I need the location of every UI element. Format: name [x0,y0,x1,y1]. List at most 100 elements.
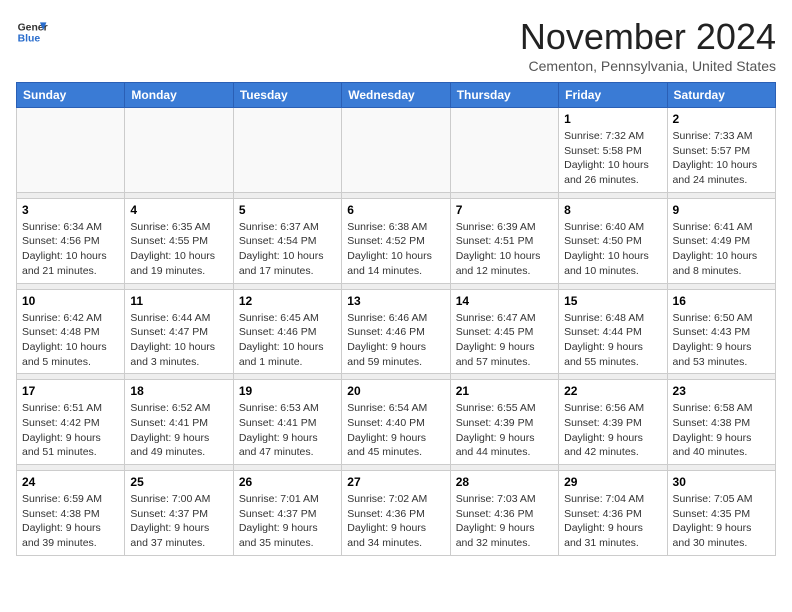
day-info: Sunrise: 7:01 AM Sunset: 4:37 PM Dayligh… [239,492,336,551]
day-number: 25 [130,475,227,489]
day-info: Sunrise: 6:56 AM Sunset: 4:39 PM Dayligh… [564,401,661,460]
day-number: 28 [456,475,553,489]
calendar-cell: 3 Sunrise: 6:34 AM Sunset: 4:56 PM Daylig… [17,198,125,283]
location-subtitle: Cementon, Pennsylvania, United States [520,58,776,74]
weekday-header-friday: Friday [559,83,667,108]
day-info: Sunrise: 6:58 AM Sunset: 4:38 PM Dayligh… [673,401,770,460]
week-row-3: 10 Sunrise: 6:42 AM Sunset: 4:48 PM Dayli… [17,289,776,374]
calendar-cell: 18 Sunrise: 6:52 AM Sunset: 4:41 PM Dayli… [125,380,233,465]
calendar-cell: 12Sunrise: 6:45 AM Sunset: 4:46 PM Dayli… [233,289,341,374]
calendar-cell: 17 Sunrise: 6:51 AM Sunset: 4:42 PM Dayli… [17,380,125,465]
day-info: Sunrise: 6:40 AM Sunset: 4:50 PM Dayligh… [564,220,661,279]
day-number: 8 [564,203,661,217]
day-number: 1 [564,112,661,126]
calendar-cell: 8 Sunrise: 6:40 AM Sunset: 4:50 PM Daylig… [559,198,667,283]
day-info: Sunrise: 6:37 AM Sunset: 4:54 PM Dayligh… [239,220,336,279]
day-number: 12 [239,294,336,308]
day-number: 18 [130,384,227,398]
day-info: Sunrise: 6:59 AM Sunset: 4:38 PM Dayligh… [22,492,119,551]
calendar-cell [17,108,125,193]
day-info: Sunrise: 6:48 AM Sunset: 4:44 PM Dayligh… [564,311,661,370]
calendar-cell: 21 Sunrise: 6:55 AM Sunset: 4:39 PM Dayli… [450,380,558,465]
day-number: 7 [456,203,553,217]
calendar-cell: 26 Sunrise: 7:01 AM Sunset: 4:37 PM Dayli… [233,471,341,556]
day-number: 24 [22,475,119,489]
day-number: 5 [239,203,336,217]
calendar-cell: 10 Sunrise: 6:42 AM Sunset: 4:48 PM Dayli… [17,289,125,374]
day-info: Sunrise: 6:35 AM Sunset: 4:55 PM Dayligh… [130,220,227,279]
calendar-cell: 5 Sunrise: 6:37 AM Sunset: 4:54 PM Daylig… [233,198,341,283]
day-info: Sunrise: 6:52 AM Sunset: 4:41 PM Dayligh… [130,401,227,460]
calendar-cell: 27 Sunrise: 7:02 AM Sunset: 4:36 PM Dayli… [342,471,450,556]
day-number: 10 [22,294,119,308]
weekday-header-row: SundayMondayTuesdayWednesdayThursdayFrid… [17,83,776,108]
day-info: Sunrise: 7:02 AM Sunset: 4:36 PM Dayligh… [347,492,444,551]
day-number: 15 [564,294,661,308]
calendar-cell: 14Sunrise: 6:47 AM Sunset: 4:45 PM Dayli… [450,289,558,374]
calendar-cell [233,108,341,193]
calendar-cell: 2Sunrise: 7:33 AM Sunset: 5:57 PM Daylig… [667,108,775,193]
day-info: Sunrise: 6:34 AM Sunset: 4:56 PM Dayligh… [22,220,119,279]
day-info: Sunrise: 6:55 AM Sunset: 4:39 PM Dayligh… [456,401,553,460]
svg-text:Blue: Blue [18,34,41,45]
day-info: Sunrise: 6:53 AM Sunset: 4:41 PM Dayligh… [239,401,336,460]
weekday-header-tuesday: Tuesday [233,83,341,108]
day-info: Sunrise: 7:05 AM Sunset: 4:35 PM Dayligh… [673,492,770,551]
weekday-header-thursday: Thursday [450,83,558,108]
weekday-header-sunday: Sunday [17,83,125,108]
calendar-cell: 23 Sunrise: 6:58 AM Sunset: 4:38 PM Dayli… [667,380,775,465]
day-number: 23 [673,384,770,398]
calendar-cell: 15 Sunrise: 6:48 AM Sunset: 4:44 PM Dayli… [559,289,667,374]
weekday-header-wednesday: Wednesday [342,83,450,108]
day-info: Sunrise: 7:32 AM Sunset: 5:58 PM Dayligh… [564,129,661,188]
calendar-cell: 25 Sunrise: 7:00 AM Sunset: 4:37 PM Dayli… [125,471,233,556]
calendar-cell: 29 Sunrise: 7:04 AM Sunset: 4:36 PM Dayli… [559,471,667,556]
day-number: 20 [347,384,444,398]
day-number: 29 [564,475,661,489]
day-number: 9 [673,203,770,217]
day-number: 19 [239,384,336,398]
calendar-cell: 19 Sunrise: 6:53 AM Sunset: 4:41 PM Dayli… [233,380,341,465]
calendar-cell [125,108,233,193]
day-info: Sunrise: 6:38 AM Sunset: 4:52 PM Dayligh… [347,220,444,279]
calendar-cell: 6 Sunrise: 6:38 AM Sunset: 4:52 PM Daylig… [342,198,450,283]
day-number: 6 [347,203,444,217]
day-number: 3 [22,203,119,217]
day-info: Sunrise: 6:42 AM Sunset: 4:48 PM Dayligh… [22,311,119,370]
week-row-1: 1 Sunrise: 7:32 AM Sunset: 5:58 PM Daylig… [17,108,776,193]
day-number: 13 [347,294,444,308]
calendar-cell: 11Sunrise: 6:44 AM Sunset: 4:47 PM Dayli… [125,289,233,374]
calendar-cell: 13 Sunrise: 6:46 AM Sunset: 4:46 PM Dayli… [342,289,450,374]
calendar-cell [342,108,450,193]
weekday-header-monday: Monday [125,83,233,108]
calendar: SundayMondayTuesdayWednesdayThursdayFrid… [16,82,776,556]
day-number: 30 [673,475,770,489]
header: General Blue November 2024 Cementon, Pen… [16,16,776,74]
day-info: Sunrise: 6:54 AM Sunset: 4:40 PM Dayligh… [347,401,444,460]
calendar-cell: 4Sunrise: 6:35 AM Sunset: 4:55 PM Daylig… [125,198,233,283]
day-number: 11 [130,294,227,308]
calendar-cell: 22Sunrise: 6:56 AM Sunset: 4:39 PM Dayli… [559,380,667,465]
month-title: November 2024 [520,16,776,58]
day-info: Sunrise: 7:00 AM Sunset: 4:37 PM Dayligh… [130,492,227,551]
calendar-cell: 9 Sunrise: 6:41 AM Sunset: 4:49 PM Daylig… [667,198,775,283]
day-info: Sunrise: 6:47 AM Sunset: 4:45 PM Dayligh… [456,311,553,370]
day-number: 2 [673,112,770,126]
week-row-2: 3 Sunrise: 6:34 AM Sunset: 4:56 PM Daylig… [17,198,776,283]
calendar-cell: 7 Sunrise: 6:39 AM Sunset: 4:51 PM Daylig… [450,198,558,283]
day-number: 26 [239,475,336,489]
day-info: Sunrise: 6:46 AM Sunset: 4:46 PM Dayligh… [347,311,444,370]
day-number: 17 [22,384,119,398]
day-number: 27 [347,475,444,489]
day-info: Sunrise: 6:39 AM Sunset: 4:51 PM Dayligh… [456,220,553,279]
day-info: Sunrise: 6:41 AM Sunset: 4:49 PM Dayligh… [673,220,770,279]
calendar-cell: 24 Sunrise: 6:59 AM Sunset: 4:38 PM Dayli… [17,471,125,556]
day-info: Sunrise: 6:51 AM Sunset: 4:42 PM Dayligh… [22,401,119,460]
title-area: November 2024 Cementon, Pennsylvania, Un… [520,16,776,74]
day-info: Sunrise: 7:04 AM Sunset: 4:36 PM Dayligh… [564,492,661,551]
day-number: 21 [456,384,553,398]
week-row-5: 24 Sunrise: 6:59 AM Sunset: 4:38 PM Dayli… [17,471,776,556]
week-row-4: 17 Sunrise: 6:51 AM Sunset: 4:42 PM Dayli… [17,380,776,465]
calendar-cell [450,108,558,193]
calendar-cell: 28Sunrise: 7:03 AM Sunset: 4:36 PM Dayli… [450,471,558,556]
